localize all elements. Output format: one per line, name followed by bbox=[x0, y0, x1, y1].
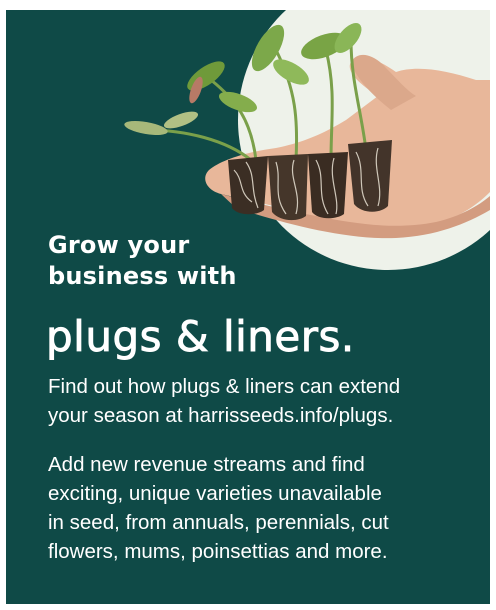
benefits-line4: flowers, mums, poinsettias and more. bbox=[48, 540, 388, 563]
benefits-paragraph: Add new revenue streams and find excitin… bbox=[48, 450, 478, 566]
benefits-line1: Add new revenue streams and find bbox=[48, 453, 365, 476]
benefits-line3: in seed, from annuals, perennials, cut bbox=[48, 511, 389, 534]
headline-intro-line1: Grow your bbox=[48, 231, 190, 259]
promo-line2: your season at harrisseeds.info/plugs. bbox=[48, 404, 394, 427]
promo-paragraph: Find out how plugs & liners can extend y… bbox=[48, 372, 478, 430]
advertisement: Grow your business with plugs & liners. … bbox=[6, 10, 490, 604]
headline-main: plugs & liners. bbox=[46, 312, 355, 362]
headline-intro: Grow your business with bbox=[48, 230, 448, 292]
promo-line1: Find out how plugs & liners can extend bbox=[48, 375, 401, 398]
benefits-line2: exciting, unique varieties unavailable bbox=[48, 482, 382, 505]
headline-intro-line2: business with bbox=[48, 262, 237, 290]
